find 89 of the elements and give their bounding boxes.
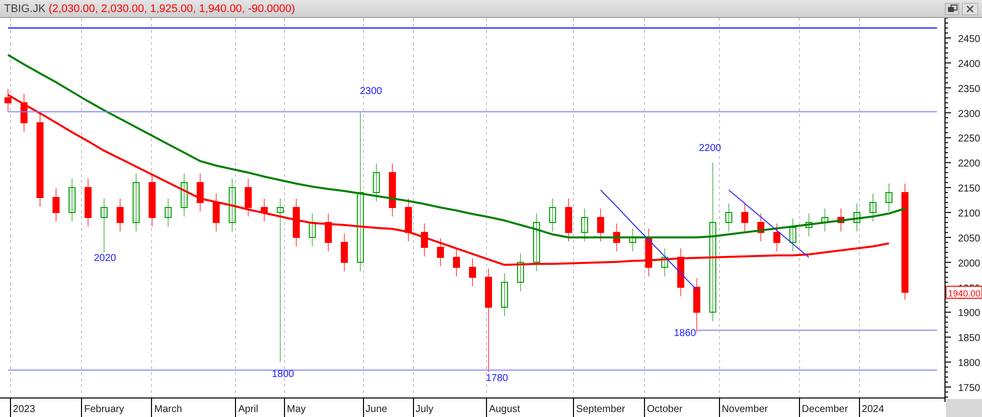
price-annotation: 1860 — [674, 328, 696, 339]
restore-icon[interactable] — [945, 2, 959, 14]
candlestick — [517, 252, 524, 292]
candlestick — [212, 193, 220, 232]
candlestick — [340, 232, 348, 272]
candlestick — [581, 208, 588, 242]
close-icon[interactable] — [962, 2, 978, 14]
last-price-tag: 1940.00 — [946, 286, 982, 299]
price-axis-label: 2250 — [958, 134, 980, 145]
date-axis-label: May — [286, 404, 306, 415]
candlestick — [404, 198, 412, 242]
candlestick — [228, 178, 236, 232]
candlestick — [501, 272, 508, 317]
date-axis-label: June — [366, 404, 388, 415]
candlestick — [132, 173, 140, 232]
candlestick — [549, 198, 556, 232]
candlestick — [452, 248, 460, 277]
candlestick — [789, 218, 796, 252]
candlestick — [420, 222, 428, 257]
symbol-label: TBIG.JK — [4, 2, 46, 14]
price-axis-label: 2000 — [958, 258, 980, 270]
candlestick — [725, 203, 732, 232]
price-axis-label: 2450 — [958, 34, 980, 45]
price-axis-label: 1800 — [958, 358, 980, 370]
candlestick — [292, 198, 300, 247]
price-annotation: 1800 — [272, 369, 294, 380]
candlestick — [436, 238, 444, 267]
price-axis-label: 1900 — [958, 308, 980, 320]
candlestick — [196, 173, 204, 212]
candlestick — [180, 173, 188, 217]
candlestick — [869, 193, 876, 222]
candlestick — [308, 212, 316, 247]
date-axis-label: July — [416, 404, 434, 415]
candlestick — [597, 208, 604, 242]
price-axis-label: 2150 — [958, 184, 980, 195]
price-axis-label: 1850 — [958, 333, 980, 344]
price-axis-label: 2300 — [958, 108, 980, 120]
price-axis-label: 2100 — [958, 208, 980, 220]
candlestick — [645, 228, 652, 277]
candlestick — [565, 198, 572, 242]
candlestick — [613, 222, 620, 252]
candlestick — [68, 178, 76, 222]
price-axis-label: 2200 — [958, 158, 980, 170]
candlestick — [260, 198, 268, 222]
candlestick — [821, 208, 828, 232]
candlestick — [52, 188, 60, 222]
candlestick — [4, 88, 12, 112]
price-annotation: 1780 — [486, 373, 508, 384]
candlestick — [20, 93, 28, 132]
candlestick — [164, 198, 172, 227]
date-axis-label: February — [84, 404, 124, 415]
candlestick — [469, 258, 476, 287]
price-axis-label: 2350 — [958, 84, 980, 95]
candlestick — [84, 178, 92, 227]
date-axis-label: December — [802, 404, 848, 415]
date-axis-label: October — [646, 404, 682, 415]
date-axis-label: November — [722, 404, 768, 415]
date-axis-label: 2024 — [862, 404, 884, 415]
candlestick — [388, 163, 396, 217]
candlestick — [661, 248, 668, 277]
candlestick — [741, 203, 748, 232]
corner-panel — [946, 399, 982, 417]
candlestick — [773, 222, 780, 252]
price-annotation: 2020 — [94, 253, 116, 264]
candlestick — [100, 198, 108, 253]
date-axis-label: September — [576, 404, 626, 415]
price-axis-label: 2050 — [958, 233, 980, 244]
price-axis-label: 1750 — [958, 383, 980, 394]
date-axis-label: March — [154, 404, 182, 415]
price-annotation: 2300 — [360, 86, 382, 97]
candlestick — [372, 163, 380, 202]
price-annotation: 2200 — [698, 143, 722, 154]
candlestick — [116, 198, 124, 232]
price-axis-label: 2400 — [958, 58, 980, 70]
date-axis-label: April — [238, 404, 258, 415]
candlestick — [853, 203, 860, 232]
ohlc-values: (2,030.00, 2,030.00, 1,925.00, 1,940.00, -90.0000) — [48, 2, 296, 14]
candlestick — [244, 178, 252, 217]
candlestick — [757, 212, 764, 242]
candlestick — [148, 173, 156, 227]
candlestick — [324, 212, 332, 252]
date-axis-label: August — [488, 404, 520, 415]
candlestick — [805, 212, 812, 237]
candlestick — [533, 212, 540, 272]
date-axis-label: 2023 — [12, 404, 36, 415]
candlestick — [837, 208, 844, 232]
candlestick — [885, 183, 892, 212]
candlestick — [677, 248, 684, 297]
candlestick — [629, 228, 636, 252]
